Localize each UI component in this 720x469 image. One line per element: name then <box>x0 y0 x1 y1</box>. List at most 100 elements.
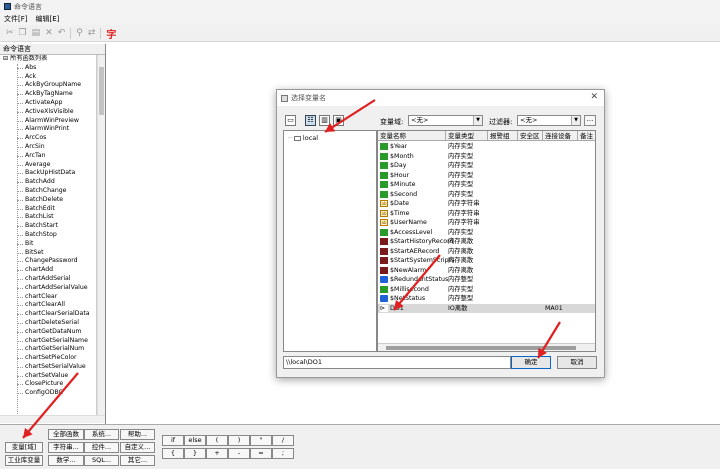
tree-item[interactable]: ChangePassword <box>0 257 96 266</box>
icon-view-icon[interactable]: ▣ <box>333 115 344 126</box>
tree-item[interactable]: ArcTan <box>0 152 96 161</box>
tree-item[interactable]: ActivateApp <box>0 99 96 108</box>
table-row[interactable]: $NewAlarm 内存离散 <box>378 266 595 276</box>
menu-file[interactable]: 文件[F] <box>4 14 28 24</box>
tree-item[interactable]: BatchEdit <box>0 205 96 214</box>
tree-item[interactable]: BackUpHistData <box>0 169 96 178</box>
operator-button[interactable]: / <box>272 435 294 446</box>
other-button[interactable]: 其它... <box>120 455 155 466</box>
replace-icon[interactable]: ⇄ <box>88 28 96 38</box>
scroll-thumb[interactable] <box>99 67 104 115</box>
operator-button[interactable]: } <box>184 448 206 459</box>
operator-button[interactable]: ) <box>228 435 250 446</box>
operator-button[interactable]: { <box>162 448 184 459</box>
filter-select[interactable]: <无> ▼ <box>517 115 581 126</box>
table-row[interactable]: $Millisecond 内存实型 <box>378 285 595 295</box>
table-horizontal-scrollbar[interactable] <box>378 343 595 351</box>
tree-item[interactable]: chartGetSerialName <box>0 337 96 346</box>
tree-item[interactable]: BatchStart <box>0 222 96 231</box>
cut-icon[interactable]: ✂ <box>6 28 14 38</box>
column-header[interactable]: 报警组 <box>488 131 518 141</box>
variable-button[interactable]: 变量[域] <box>5 442 43 453</box>
list-view-icon[interactable]: ▭ <box>285 115 296 126</box>
tree-item[interactable]: Average <box>0 161 96 170</box>
table-row[interactable]: ab $Time 内存字符串 <box>378 209 595 219</box>
tree-item[interactable]: chartDeleteSerial <box>0 319 96 328</box>
tree-node-local[interactable]: ┄ local <box>288 134 318 142</box>
tree-item[interactable]: chartAdd <box>0 266 96 275</box>
tree-item[interactable]: BatchChange <box>0 187 96 196</box>
tree-item[interactable]: chartSetValue <box>0 372 96 381</box>
industrial-variable-button[interactable]: 工业库变量 <box>5 455 43 466</box>
find-icon[interactable]: ⚲ <box>76 28 83 38</box>
tree-item[interactable]: BatchStop <box>0 231 96 240</box>
tree-horizontal-scrollbar[interactable] <box>0 415 105 423</box>
chevron-down-icon[interactable]: ▼ <box>473 116 482 125</box>
tree-item[interactable]: ArcSin <box>0 143 96 152</box>
table-row[interactable]: $StartAERecord 内存离散 <box>378 247 595 257</box>
control-button[interactable]: 控件... <box>84 442 119 453</box>
browse-button[interactable]: ... <box>584 115 596 126</box>
paste-icon[interactable]: ▤ <box>32 28 41 38</box>
math-button[interactable]: 数学... <box>48 455 84 466</box>
operator-button[interactable]: + <box>206 448 228 459</box>
operator-button[interactable]: " <box>250 435 272 446</box>
tree-item[interactable]: chartSetSerialValue <box>0 363 96 372</box>
detail-view-icon[interactable]: ☷ <box>305 115 316 126</box>
report-view-icon[interactable]: ▥ <box>319 115 330 126</box>
tree-item[interactable]: chartClearAll <box>0 301 96 310</box>
tree-item[interactable]: ClosePicture <box>0 380 96 389</box>
tree-item[interactable]: chartAddSerial <box>0 275 96 284</box>
tree-item[interactable]: BitSet <box>0 249 96 258</box>
tree-item[interactable]: AlarmWinPrint <box>0 125 96 134</box>
table-row[interactable]: $Month 内存实型 <box>378 152 595 162</box>
tree-item[interactable]: chartSetPieColor <box>0 354 96 363</box>
tree-item[interactable]: AlarmWinPreview <box>0 117 96 126</box>
column-header[interactable]: 安全区 <box>518 131 543 141</box>
column-header[interactable]: 连接设备 <box>543 131 578 141</box>
tree-item[interactable]: BatchDelete <box>0 196 96 205</box>
operator-button[interactable]: = <box>250 448 272 459</box>
domain-select[interactable]: <无> ▼ <box>408 115 483 126</box>
column-header[interactable]: 变量类型 <box>446 131 488 141</box>
custom-button[interactable]: 自定义... <box>120 442 155 453</box>
table-row[interactable]: $NetStatus 内存整型 <box>378 294 595 304</box>
tree-root[interactable]: ⊟ 所有函数列表 <box>0 55 96 64</box>
tree-item[interactable]: ActiveXlsVisible <box>0 108 96 117</box>
operator-button[interactable]: ( <box>206 435 228 446</box>
tree-item[interactable]: ConfigODBC <box>0 389 96 398</box>
operator-button[interactable]: - <box>228 448 250 459</box>
tree-item[interactable]: Ack <box>0 73 96 82</box>
operator-button[interactable]: else <box>184 435 206 446</box>
tree-vertical-scrollbar[interactable] <box>97 55 105 415</box>
table-row[interactable]: ab $Date 内存字符串 <box>378 199 595 209</box>
string-button[interactable]: 字符串... <box>48 442 84 453</box>
table-row[interactable]: $StartSystemScripts 内存离散 <box>378 256 595 266</box>
tree-item[interactable]: AckByTagName <box>0 90 96 99</box>
operator-button[interactable]: ; <box>272 448 294 459</box>
table-row[interactable]: $Hour 内存实型 <box>378 171 595 181</box>
table-row[interactable]: ab $UserName 内存字符串 <box>378 218 595 228</box>
close-icon[interactable]: ✕ <box>590 92 598 102</box>
table-row[interactable]: $StartHistoryRecord 内存离散 <box>378 237 595 247</box>
copy-icon[interactable]: ❐ <box>19 28 27 38</box>
sql-button[interactable]: SQL... <box>84 455 119 466</box>
column-header[interactable]: 备注 <box>578 131 595 141</box>
table-row[interactable]: $AccessLevel 内存实型 <box>378 228 595 238</box>
column-header[interactable]: 变量名称 <box>378 131 446 141</box>
tree-item[interactable]: chartGetDataNum <box>0 328 96 337</box>
table-row[interactable]: $Day 内存实型 <box>378 161 595 171</box>
operator-button[interactable]: if <box>162 435 184 446</box>
menu-edit[interactable]: 编辑[E] <box>36 14 60 24</box>
tree-item[interactable]: chartAddSerialValue <box>0 284 96 293</box>
tree-item[interactable]: chartGetSerialNum <box>0 345 96 354</box>
tree-item[interactable]: ArcCos <box>0 134 96 143</box>
chevron-down-icon[interactable]: ▼ <box>571 116 580 125</box>
table-row[interactable]: $RedundantStatus 内存整型 <box>378 275 595 285</box>
tree-item[interactable]: Abs <box>0 64 96 73</box>
help-button[interactable]: 帮助... <box>120 429 155 440</box>
tree-item[interactable]: Bit <box>0 240 96 249</box>
table-row[interactable]: $Year 内存实型 <box>378 142 595 152</box>
table-row[interactable]: $Second 内存实型 <box>378 190 595 200</box>
undo-icon[interactable]: ↶ <box>58 28 66 38</box>
